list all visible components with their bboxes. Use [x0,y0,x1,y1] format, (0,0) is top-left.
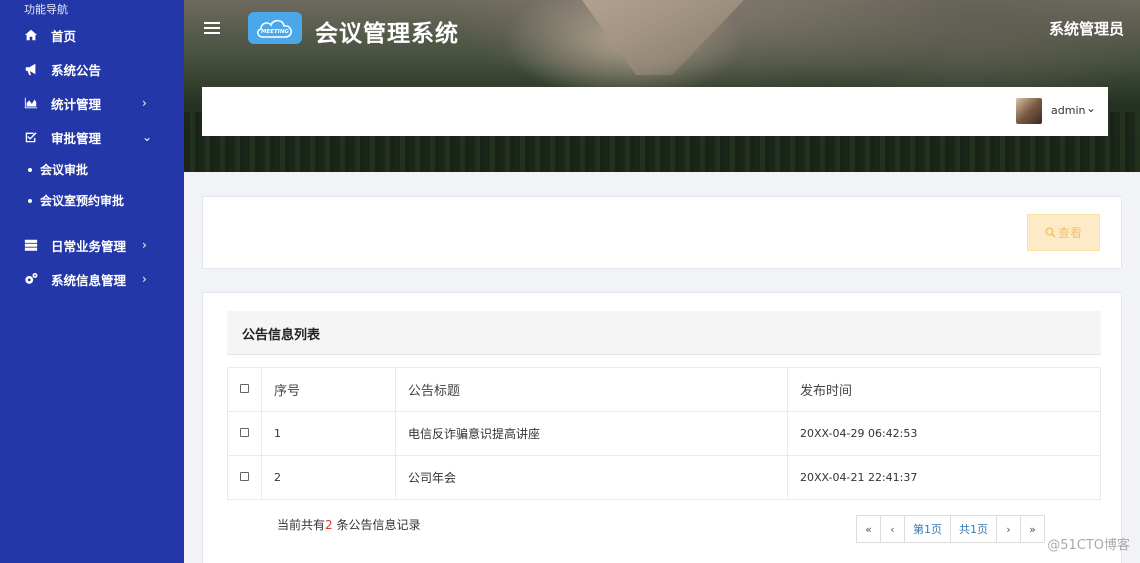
watermark: @51CTO博客 [1047,538,1130,553]
table-header-row: 序号 公告标题 发布时间 [227,367,1101,412]
pagination: « ‹ 第1页 共1页 › » [856,515,1045,543]
row-time: 20XX-04-29 06:42:53 [787,411,1101,456]
sidebar-subitem-meeting-approval[interactable]: 会议审批 [0,154,184,185]
last-page-button[interactable]: » [1020,515,1045,543]
megaphone-icon [22,62,40,76]
hamburger-menu-icon[interactable] [204,22,220,37]
logo-text: MEETING [261,29,289,35]
announcement-list-panel: 公告信息列表 序号 公告标题 发布时间 1 电信反诈骗意识提高讲座 20XX-0… [202,292,1122,563]
avatar[interactable] [1016,98,1042,124]
user-role: 系统管理员 [1048,20,1124,38]
bullet-icon [28,198,32,203]
server-icon [22,238,40,252]
chevron-right-icon: › [142,272,147,286]
sidebar-item-system-info[interactable]: 系统信息管理 › [0,262,184,296]
summary-suffix: 条公告信息记录 [332,518,421,532]
sidebar-item-label: 系统信息管理 [51,272,127,288]
search-icon [1045,227,1056,238]
view-button[interactable]: 查看 [1027,214,1100,251]
row-number: 1 [261,411,396,456]
table-row[interactable]: 2 公司年会 20XX-04-21 22:41:37 [227,455,1101,500]
chevron-down-icon[interactable]: ⌄ [1086,101,1096,115]
first-page-button[interactable]: « [856,515,881,543]
banner-mountain [582,0,744,75]
checkbox-icon [22,130,40,144]
record-summary: 当前共有2 条公告信息记录 [277,516,420,533]
row-check-cell [227,411,262,456]
sidebar-subitem-label: 会议审批 [40,163,89,177]
sidebar-item-daily-business[interactable]: 日常业务管理 › [0,228,184,262]
sidebar-subitem-label: 会议室预约审批 [40,194,125,208]
chevron-right-icon: › [142,96,147,110]
sidebar-item-label: 日常业务管理 [51,238,127,254]
row-title: 电信反诈骗意识提高讲座 [395,411,788,456]
column-header-number: 序号 [261,367,396,412]
sidebar-item-home[interactable]: 首页 [0,18,184,52]
sidebar: 功能导航 首页 系统公告 统计管理 › 审批管理 ⌄ 会议审批 会议室预约审批 [0,0,184,563]
select-all-cell [227,367,262,412]
search-panel: 查看 [202,196,1122,269]
sidebar-item-announcements[interactable]: 系统公告 [0,52,184,86]
cloud-logo-icon: MEETING [257,19,292,38]
summary-prefix: 当前共有 [277,518,326,532]
prev-page-button[interactable]: ‹ [880,515,905,543]
total-pages[interactable]: 共1页 [950,515,997,543]
row-checkbox[interactable] [240,428,249,437]
list-header: 公告信息列表 [227,311,1101,355]
sidebar-item-statistics[interactable]: 统计管理 › [0,86,184,120]
current-page[interactable]: 第1页 [904,515,951,543]
bullet-icon [28,167,32,172]
next-page-button[interactable]: › [996,515,1021,543]
gears-icon [22,272,40,286]
area-chart-icon [22,96,40,110]
row-check-cell [227,455,262,500]
chevron-right-icon: › [142,238,147,252]
app-title: 会议管理系统 [315,21,459,47]
row-title: 公司年会 [395,455,788,500]
column-header-title: 公告标题 [395,367,788,412]
announcement-table: 序号 公告标题 发布时间 1 电信反诈骗意识提高讲座 20XX-04-29 06… [227,367,1101,500]
sidebar-item-approval[interactable]: 审批管理 ⌄ [0,120,184,154]
row-number: 2 [261,455,396,500]
select-all-checkbox[interactable] [240,384,249,393]
column-header-time: 发布时间 [787,367,1101,412]
view-button-label: 查看 [1057,226,1082,240]
row-time: 20XX-04-21 22:41:37 [787,455,1101,500]
top-bar: admin ⌄ [202,87,1108,136]
chevron-down-icon: ⌄ [142,130,153,144]
sidebar-item-label: 统计管理 [51,96,102,112]
sidebar-item-label: 首页 [51,28,77,44]
table-row[interactable]: 1 电信反诈骗意识提高讲座 20XX-04-29 06:42:53 [227,411,1101,456]
home-icon [22,28,40,42]
sidebar-title: 功能导航 [24,3,68,16]
sidebar-item-label: 审批管理 [51,130,102,146]
user-name[interactable]: admin [1051,104,1085,117]
row-checkbox[interactable] [240,472,249,481]
list-title: 公告信息列表 [242,328,321,343]
sidebar-item-label: 系统公告 [51,62,102,78]
sidebar-subitem-room-approval[interactable]: 会议室预约审批 [0,185,184,216]
summary-count: 2 [325,518,333,532]
meeting-logo: MEETING [248,12,302,44]
